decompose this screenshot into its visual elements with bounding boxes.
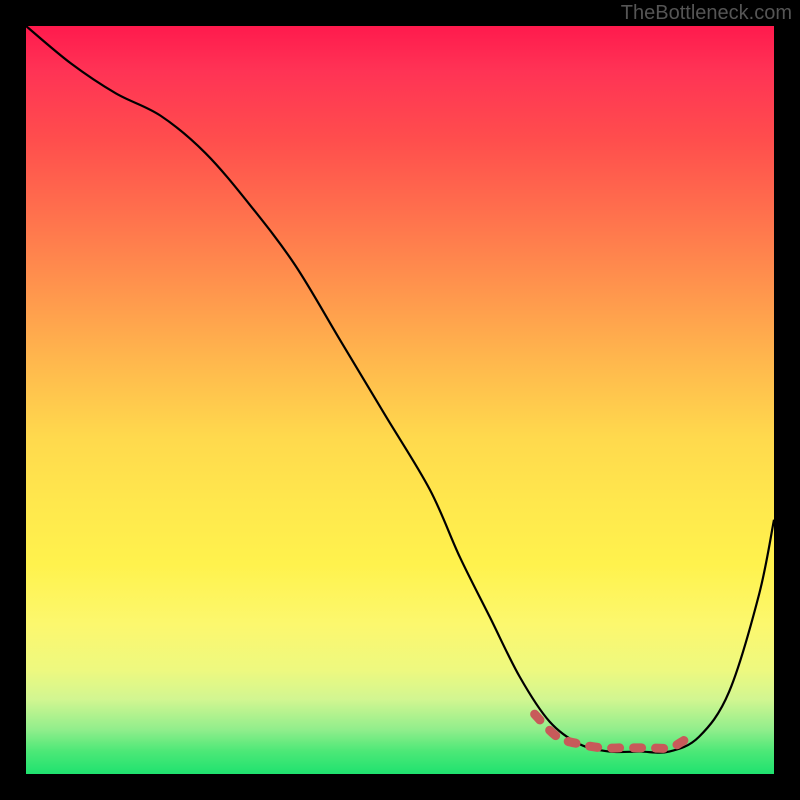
optimal-range-marker bbox=[535, 714, 685, 748]
chart-svg bbox=[26, 26, 774, 774]
plot-area bbox=[26, 26, 774, 774]
watermark-text: TheBottleneck.com bbox=[621, 2, 792, 25]
bottleneck-curve bbox=[26, 26, 774, 753]
chart-container: TheBottleneck.com bbox=[0, 0, 800, 800]
